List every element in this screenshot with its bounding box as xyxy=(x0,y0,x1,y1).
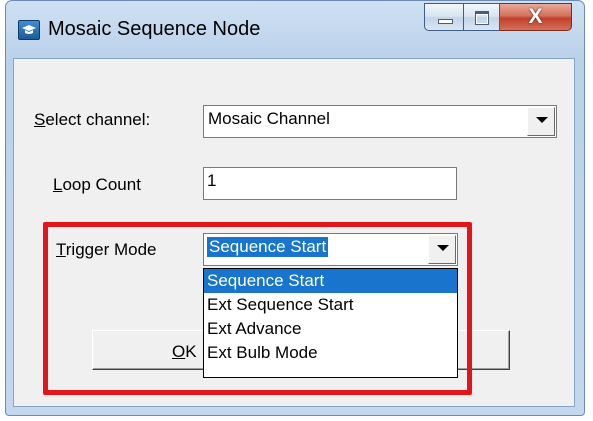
channel-select-dropdown-button[interactable] xyxy=(527,107,555,136)
select-channel-label: Select channel: xyxy=(34,110,151,129)
annotation-highlight-frame xyxy=(43,222,472,395)
minimize-icon xyxy=(438,19,453,24)
maximize-button[interactable] xyxy=(464,3,500,31)
close-button[interactable]: X xyxy=(500,3,572,31)
loop-count-label: Loop Count xyxy=(53,175,141,194)
loop-count-value: 1 xyxy=(207,171,217,190)
chevron-down-icon xyxy=(536,117,548,123)
app-icon[interactable] xyxy=(18,20,40,40)
maximize-icon xyxy=(475,11,489,25)
window-title: Mosaic Sequence Node xyxy=(48,18,261,40)
caption-buttons: X xyxy=(424,3,572,37)
minimize-button[interactable] xyxy=(424,3,464,31)
channel-select-value: Mosaic Channel xyxy=(208,109,330,128)
channel-select[interactable]: Mosaic Channel xyxy=(203,105,557,138)
close-icon: X xyxy=(528,5,543,28)
loop-count-input[interactable]: 1 xyxy=(203,167,457,200)
title-bar[interactable]: Mosaic Sequence Node X xyxy=(6,1,584,59)
